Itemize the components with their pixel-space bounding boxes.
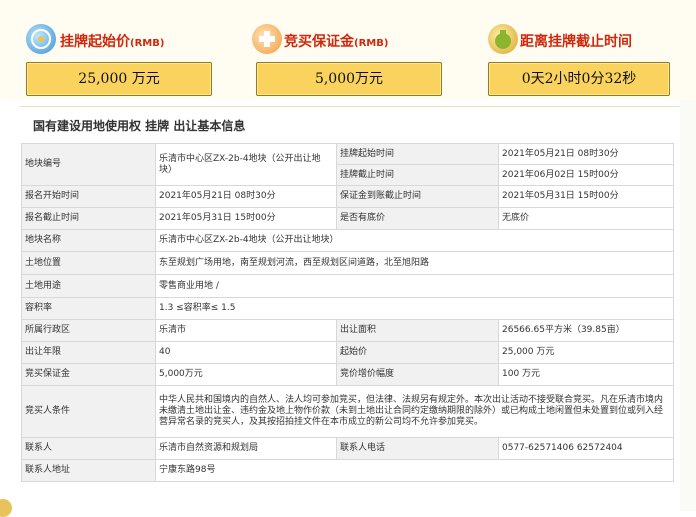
land-info-table: 地块编号 乐清市中心区ZX-2b-4地块（公开出让地块） 挂牌起始时间 2021… (21, 143, 674, 482)
start-price-unit: (RMB) (130, 38, 165, 49)
start-price-label: 起始价 (336, 341, 499, 364)
countdown-stat: 距离挂牌截止时间 0天2小时0分32秒 (460, 0, 670, 100)
start-time-value: 2021年05月21日 08时30分 (498, 143, 674, 165)
increment-label: 竞价增价幅度 (336, 363, 499, 386)
reg-end-value: 2021年05月31日 15时00分 (155, 207, 337, 230)
phone-label: 联系人电话 (336, 437, 499, 460)
district-value: 乐清市 (155, 319, 337, 342)
start-price-stat: 挂牌起始价(RMB) 25,000 万元 (0, 0, 212, 100)
parcel-no-label: 地块编号 (21, 143, 156, 186)
reg-end-label: 报名截止时间 (21, 207, 156, 230)
coin-icon (0, 499, 12, 517)
divider (20, 106, 692, 107)
far-label: 容积率 (21, 297, 156, 320)
bid-deposit-value: 5,000万元 (155, 363, 337, 386)
location-value: 东至规划广场用地，南至规划河流，西至规划区间道路，北至旭阳路 (155, 251, 674, 275)
reserve-price-value: 无底价 (498, 207, 674, 230)
land-use-value: 零售商业用地 / (155, 274, 674, 298)
start-price-cell: 25,000 万元 (498, 341, 674, 364)
deposit-value: 5,000万元 (256, 62, 442, 96)
gear-coin-icon (26, 24, 56, 54)
countdown-value: 0天2小时0分32秒 (488, 62, 670, 96)
conditions-label: 竞买人条件 (21, 385, 156, 438)
bid-deposit-label: 竞买保证金 (21, 363, 156, 386)
start-price-title: 挂牌起始价 (60, 34, 130, 50)
countdown-title: 距离挂牌截止时间 (520, 34, 632, 50)
conditions-value: 中华人民共和国境内的自然人、法人均可参加竞买，但法律、法规另有规定外。本次出让活… (155, 385, 674, 438)
deposit-deadline-label: 保证金到账截止时间 (336, 185, 499, 208)
phone-value: 0577-62571406 62572404 (498, 437, 674, 460)
section-title: 国有建设用地使用权 挂牌 出让基本信息 (33, 119, 246, 133)
scroll-edge (680, 100, 696, 511)
location-label: 土地位置 (21, 251, 156, 275)
area-label: 出让面积 (336, 319, 499, 342)
district-label: 所属行政区 (21, 319, 156, 342)
end-time-value: 2021年06月02日 15时00分 (498, 164, 674, 186)
area-value: 26566.65平方米（39.85亩） (498, 319, 674, 342)
auction-summary-panel: 挂牌起始价(RMB) 25,000 万元 竞买保证金(RMB) 5,000万元 … (0, 0, 696, 100)
far-value: 1.3 ≤容积率≤ 1.5 (155, 297, 674, 320)
parcel-name-label: 地块名称 (21, 229, 156, 252)
reg-start-value: 2021年05月21日 08时30分 (155, 185, 337, 208)
address-label: 联系人地址 (21, 459, 156, 482)
end-time-label: 挂牌截止时间 (336, 164, 499, 186)
deposit-unit: (RMB) (354, 38, 389, 49)
deposit-title: 竞买保证金 (284, 34, 354, 50)
parcel-name-value: 乐清市中心区ZX-2b-4地块（公开出让地块） (155, 229, 674, 252)
medical-kit-icon (252, 24, 282, 54)
start-price-value: 25,000 万元 (26, 62, 212, 96)
deposit-stat: 竞买保证金(RMB) 5,000万元 (230, 0, 442, 100)
reserve-price-label: 是否有底价 (336, 207, 499, 230)
start-time-label: 挂牌起始时间 (336, 143, 499, 165)
parcel-no-value: 乐清市中心区ZX-2b-4地块（公开出让地块） (155, 143, 337, 186)
years-value: 40 (155, 341, 337, 364)
money-bag-icon (488, 24, 518, 54)
land-use-label: 土地用途 (21, 274, 156, 298)
address-value: 宁康东路98号 (155, 459, 674, 482)
reg-start-label: 报名开始时间 (21, 185, 156, 208)
deposit-deadline-value: 2021年05月31日 15时00分 (498, 185, 674, 208)
increment-value: 100 万元 (498, 363, 674, 386)
contact-value: 乐清市自然资源和规划局 (155, 437, 337, 460)
contact-label: 联系人 (21, 437, 156, 460)
years-label: 出让年限 (21, 341, 156, 364)
